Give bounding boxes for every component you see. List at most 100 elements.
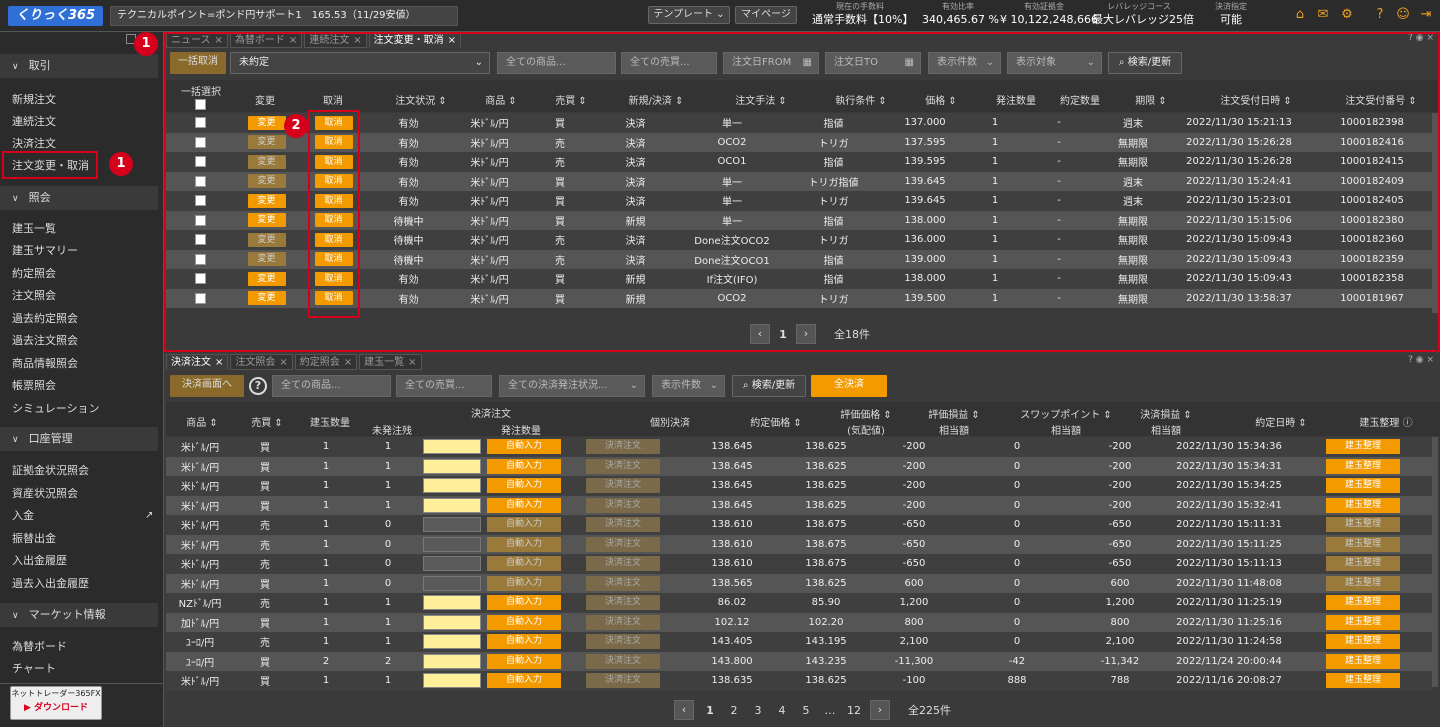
page-2[interactable]: 2 bbox=[722, 704, 746, 717]
sidebar-item-product-info[interactable]: 商品情報照会 bbox=[12, 357, 78, 371]
auto-input-button[interactable]: 自動入力 bbox=[487, 653, 561, 669]
lower-scrollbar[interactable] bbox=[1432, 437, 1438, 687]
eye-icon[interactable]: ◉ bbox=[1416, 355, 1424, 365]
settle-all-button[interactable]: 全決済 bbox=[811, 375, 887, 397]
arrange-button[interactable]: 建玉整理 bbox=[1326, 517, 1400, 533]
header-side[interactable]: 売買 ⇕ bbox=[242, 414, 292, 429]
auto-input-button[interactable]: 自動入力 bbox=[487, 478, 561, 494]
sidebar-item-past-order[interactable]: 過去注文照会 bbox=[12, 334, 78, 348]
page-3[interactable]: 3 bbox=[746, 704, 770, 717]
order-qty-input[interactable] bbox=[423, 439, 481, 455]
panel-controls[interactable]: ? ◉ × bbox=[1408, 355, 1434, 365]
sidebar-item-positions[interactable]: 建玉一覧 bbox=[12, 222, 56, 236]
settle-order-button[interactable]: 決済注文 bbox=[586, 595, 660, 611]
settle-order-button[interactable]: 決済注文 bbox=[586, 497, 660, 513]
order-qty-input[interactable] bbox=[423, 614, 481, 630]
arrange-button[interactable]: 建玉整理 bbox=[1326, 634, 1400, 650]
settle-order-button[interactable]: 決済注文 bbox=[586, 614, 660, 630]
sidebar-item-new-order[interactable]: 新規注文 bbox=[12, 93, 56, 107]
mypage-button[interactable]: マイページ bbox=[735, 6, 797, 24]
settle-order-button[interactable]: 決済注文 bbox=[586, 458, 660, 474]
order-qty-input[interactable] bbox=[423, 517, 481, 533]
arrange-button[interactable]: 建玉整理 bbox=[1326, 653, 1400, 669]
auto-input-button[interactable]: 自動入力 bbox=[487, 458, 561, 474]
page-4[interactable]: 4 bbox=[770, 704, 794, 717]
help-icon[interactable]: ? bbox=[1408, 355, 1413, 365]
settle-order-button[interactable]: 決済注文 bbox=[586, 536, 660, 552]
auto-input-button[interactable]: 自動入力 bbox=[487, 634, 561, 650]
gear-icon[interactable]: ⚙ bbox=[1340, 8, 1354, 22]
to-settlement-button[interactable]: 決済画面へ bbox=[170, 375, 244, 397]
order-qty-input[interactable] bbox=[423, 634, 481, 650]
sidebar-section-trade[interactable]: ∨ 取引 bbox=[0, 54, 158, 78]
header-swap[interactable]: スワップポイント ⇕ bbox=[1006, 406, 1126, 421]
arrange-button[interactable]: 建玉整理 bbox=[1326, 595, 1400, 611]
page-12[interactable]: 12 bbox=[842, 704, 866, 717]
arrange-button[interactable]: 建玉整理 bbox=[1326, 575, 1400, 591]
close-icon[interactable]: × bbox=[1426, 355, 1434, 365]
search-button[interactable]: ⌕ 検索/更新 bbox=[732, 375, 806, 397]
arrange-button[interactable]: 建玉整理 bbox=[1326, 673, 1400, 689]
sidebar-item-simulation[interactable]: シミュレーション bbox=[12, 402, 100, 416]
sidebar-item-withdraw[interactable]: 振替出金 bbox=[12, 532, 56, 546]
tab-execution-inquiry[interactable]: 約定照会 × bbox=[294, 354, 358, 370]
sidebar-item-cash-history[interactable]: 入出金履歴 bbox=[12, 554, 67, 568]
sidebar-item-margin-status[interactable]: 証拠金状況照会 bbox=[12, 464, 89, 478]
close-icon[interactable]: × bbox=[344, 357, 352, 368]
order-qty-input[interactable] bbox=[423, 556, 481, 572]
download-button[interactable]: ネットトレーダー365FX ▶ ダウンロード bbox=[10, 686, 102, 720]
sidebar-item-chart[interactable]: チャート bbox=[12, 662, 56, 676]
order-qty-input[interactable] bbox=[423, 497, 481, 513]
order-qty-input[interactable] bbox=[423, 653, 481, 669]
settle-order-button[interactable]: 決済注文 bbox=[586, 517, 660, 533]
sidebar-item-order-inquiry[interactable]: 注文照会 bbox=[12, 289, 56, 303]
sidebar-section-account[interactable]: ∨ 口座管理 bbox=[0, 427, 158, 451]
side-filter[interactable]: 全ての売買... bbox=[396, 375, 492, 397]
order-qty-input[interactable] bbox=[423, 673, 481, 689]
settle-order-button[interactable]: 決済注文 bbox=[586, 556, 660, 572]
sidebar-item-continuous-order[interactable]: 連続注文 bbox=[12, 115, 56, 129]
close-icon[interactable]: × bbox=[215, 357, 223, 368]
order-qty-input[interactable] bbox=[423, 575, 481, 591]
settle-order-button[interactable]: 決済注文 bbox=[586, 634, 660, 650]
news-ticker[interactable]: テクニカルポイント=ポンド円サポート1 165.53（11/29安値） bbox=[110, 6, 458, 26]
tab-positions[interactable]: 建玉一覧 × bbox=[359, 354, 422, 370]
product-filter[interactable]: 全ての商品... bbox=[272, 375, 391, 397]
sidebar-item-rate-board[interactable]: 為替ボード bbox=[12, 640, 67, 654]
next-page-button[interactable]: › bbox=[870, 700, 890, 720]
order-qty-input[interactable] bbox=[423, 595, 481, 611]
sidebar-item-execution[interactable]: 約定照会 bbox=[12, 267, 56, 281]
help-icon[interactable]: ⓘ bbox=[1403, 418, 1413, 429]
header-product[interactable]: 商品 ⇕ bbox=[172, 414, 232, 429]
page-1[interactable]: 1 bbox=[698, 704, 722, 717]
settle-order-button[interactable]: 決済注文 bbox=[586, 575, 660, 591]
header-realized[interactable]: 決済損益 ⇕ bbox=[1126, 406, 1206, 421]
header-pl[interactable]: 評価損益 ⇕ bbox=[914, 406, 994, 421]
sidebar-item-settle-order[interactable]: 決済注文 bbox=[12, 137, 56, 151]
logout-icon[interactable]: ⇥ bbox=[1419, 8, 1433, 22]
auto-input-button[interactable]: 自動入力 bbox=[487, 556, 561, 572]
auto-input-button[interactable]: 自動入力 bbox=[487, 575, 561, 591]
sidebar-section-market[interactable]: ∨ マーケット情報 bbox=[0, 603, 158, 627]
order-qty-input[interactable] bbox=[423, 458, 481, 474]
arrange-button[interactable]: 建玉整理 bbox=[1326, 458, 1400, 474]
arrange-button[interactable]: 建玉整理 bbox=[1326, 497, 1400, 513]
arrange-button[interactable]: 建玉整理 bbox=[1326, 536, 1400, 552]
settle-order-button[interactable]: 決済注文 bbox=[586, 653, 660, 669]
auto-input-button[interactable]: 自動入力 bbox=[487, 673, 561, 689]
sidebar-section-inquiry[interactable]: ∨ 照会 bbox=[0, 186, 158, 210]
tab-order-inquiry[interactable]: 注文照会 × bbox=[230, 354, 293, 370]
page-5[interactable]: 5 bbox=[794, 704, 818, 717]
header-price[interactable]: 約定価格 ⇕ bbox=[736, 414, 816, 429]
mail-icon[interactable]: ✉ bbox=[1316, 8, 1330, 22]
auto-input-button[interactable]: 自動入力 bbox=[487, 595, 561, 611]
order-qty-input[interactable] bbox=[423, 478, 481, 494]
sidebar-item-position-summary[interactable]: 建玉サマリー bbox=[12, 244, 78, 258]
order-qty-input[interactable] bbox=[423, 536, 481, 552]
close-icon[interactable]: × bbox=[408, 357, 416, 368]
help-icon[interactable]: ? bbox=[249, 377, 267, 395]
sidebar-item-deposit[interactable]: 入金 bbox=[12, 509, 34, 523]
app-logo[interactable]: くりっく365 bbox=[8, 5, 104, 26]
template-button[interactable]: テンプレート ⌄ bbox=[648, 6, 730, 24]
prev-page-button[interactable]: ‹ bbox=[674, 700, 694, 720]
